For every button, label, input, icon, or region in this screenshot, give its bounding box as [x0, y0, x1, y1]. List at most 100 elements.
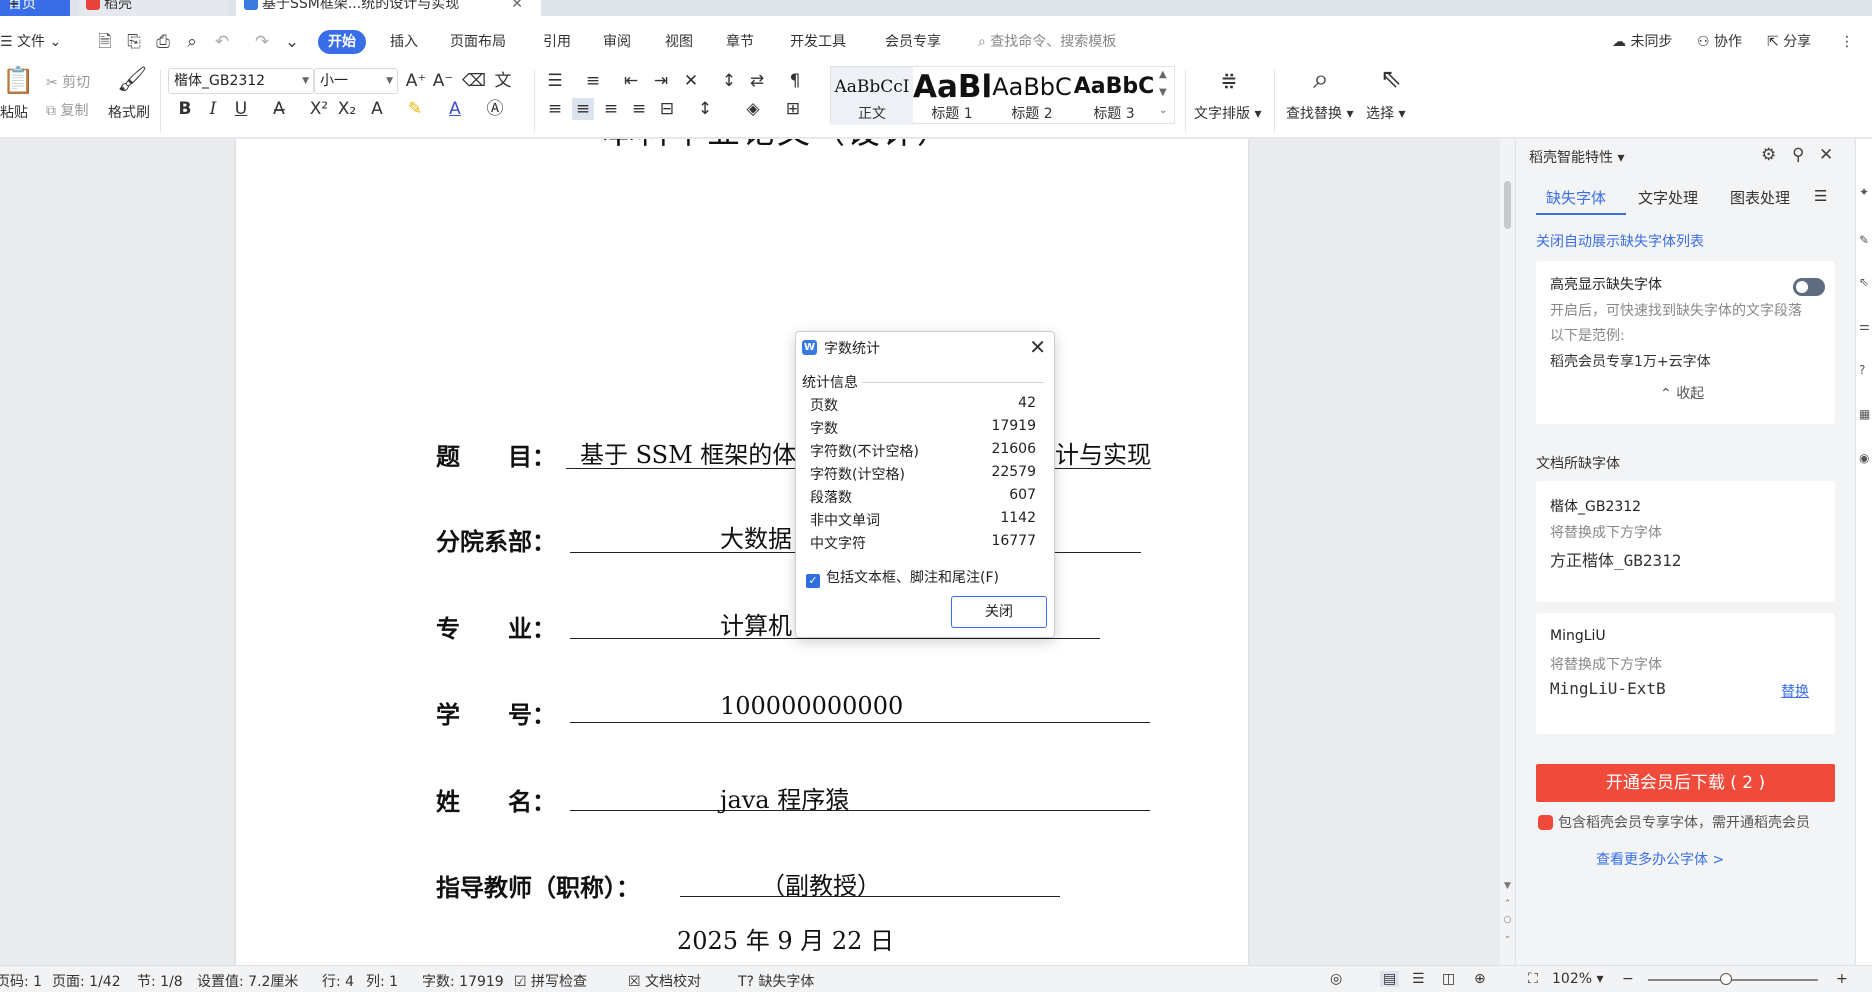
more-icon[interactable]: ⋮	[1840, 30, 1854, 54]
paste-icon[interactable]: 📋	[2, 68, 34, 100]
style-icon[interactable]: ✦	[1859, 185, 1872, 199]
undo-icon[interactable]: ↶	[212, 32, 232, 52]
copy-button[interactable]: ⧉ 复制	[46, 100, 88, 120]
font-name-select[interactable]: 楷体_GB2312 ▼	[168, 68, 314, 94]
export-icon[interactable]: ⎘	[124, 32, 144, 52]
shrink-font-icon[interactable]: A⁻	[432, 70, 454, 92]
justify-icon[interactable]: ≡	[628, 98, 650, 120]
missing-font-status[interactable]: T? 缺失字体	[738, 971, 814, 991]
borders-icon[interactable]: ⊞	[782, 98, 804, 120]
zoom-slider[interactable]	[1648, 979, 1818, 981]
status-section[interactable]: 节: 1/8	[137, 971, 183, 991]
sort-icon[interactable]: ⇄	[746, 70, 768, 92]
eye-protect-icon[interactable]: ◎	[1330, 971, 1342, 987]
font-color-icon[interactable]: A	[444, 98, 466, 120]
next-page-icon[interactable]: ⌄	[1502, 931, 1513, 941]
menu-developer[interactable]: 开发工具	[790, 30, 846, 54]
pin-icon[interactable]: ⚲	[1792, 145, 1804, 165]
zoom-in-icon[interactable]: +	[1836, 971, 1848, 987]
menu-start[interactable]: 开始	[318, 30, 366, 54]
distribute-icon[interactable]: ⊟	[656, 98, 678, 120]
tab-text-processing[interactable]: 文字处理	[1638, 187, 1698, 208]
adjust-icon[interactable]: ⚌	[1859, 319, 1872, 333]
find-replace-button[interactable]: 查找替换 ▾	[1286, 103, 1353, 123]
char-border-icon[interactable]: Ⓐ	[484, 98, 506, 120]
text-direction-icon[interactable]: ↕	[718, 70, 740, 92]
preview-icon[interactable]: ⌕	[182, 32, 202, 52]
decrease-indent-icon[interactable]: ⇤	[620, 70, 642, 92]
highlight-toggle[interactable]	[1793, 278, 1825, 296]
style-scroll-up-icon[interactable]: ▲	[1159, 69, 1167, 80]
text-layout-icon[interactable]: ⩷	[1214, 66, 1244, 98]
subscript-icon[interactable]: X₂	[336, 98, 358, 120]
print-icon[interactable]: ⎙	[153, 32, 173, 52]
numbered-list-icon[interactable]: ≡	[582, 70, 604, 92]
menu-layout[interactable]: 页面布局	[450, 30, 506, 54]
tab-missing-fonts[interactable]: 缺失字体	[1546, 187, 1606, 208]
collapse-button[interactable]: ⌃ 收起	[1660, 383, 1704, 403]
grow-font-icon[interactable]: A⁺	[405, 70, 427, 92]
zoom-out-icon[interactable]: −	[1622, 971, 1634, 987]
new-tab-icon[interactable]: +	[0, 0, 20, 16]
phonetic-icon[interactable]: 文	[492, 70, 514, 92]
file-menu[interactable]: ☰ 文件 ⌄	[0, 30, 61, 54]
download-fonts-button[interactable]: 开通会员后下载 ( 2 )	[1536, 764, 1835, 802]
outline-view-icon[interactable]: ☰	[1412, 971, 1425, 987]
text-effect-icon[interactable]: A	[366, 98, 388, 120]
scrollbar-thumb[interactable]	[1504, 181, 1511, 229]
style-heading-2[interactable]: AaBbC 标题 2	[991, 67, 1073, 125]
menu-chapter[interactable]: 章节	[726, 30, 754, 54]
status-words[interactable]: 字数: 17919	[422, 971, 504, 991]
document-page[interactable]: 本科毕业论文（设计） 题 目： 基于 SSM 框架的体 计与实现 分院系部： 大…	[236, 139, 1248, 965]
zoom-select[interactable]: 102% ▾	[1552, 971, 1604, 987]
style-normal[interactable]: AaBbCcI 正文	[831, 67, 913, 125]
select-button[interactable]: 选择 ▾	[1366, 103, 1405, 123]
select-browse-icon[interactable]: ○	[1502, 915, 1513, 925]
style-expand-icon[interactable]: ⌄	[1159, 105, 1167, 116]
fit-page-icon[interactable]: ⛶	[1528, 971, 1538, 987]
text-layout-button[interactable]: 文字排版 ▾	[1194, 103, 1261, 123]
chinese-layout-icon[interactable]: ✕	[680, 70, 702, 92]
tab-chart-processing[interactable]: 图表处理	[1730, 187, 1790, 208]
menu-member[interactable]: 会员专享	[885, 30, 941, 54]
shading-icon[interactable]: ◈	[742, 98, 764, 120]
chart-icon[interactable]: ▦	[1859, 407, 1872, 421]
scroll-down-icon[interactable]: ▼	[1502, 881, 1513, 891]
paste-button[interactable]: 粘贴	[0, 102, 28, 122]
clear-format-icon[interactable]: ⌫	[462, 70, 486, 92]
command-search[interactable]: ⌕ 查找命令、搜索模板	[978, 30, 1116, 54]
underline-icon[interactable]: U	[230, 98, 252, 120]
format-painter-icon[interactable]: 🖌	[117, 67, 147, 98]
panel-title[interactable]: 稻壳智能特性 ▾	[1529, 147, 1624, 167]
status-setting[interactable]: 设置值: 7.2厘米	[197, 971, 298, 991]
increase-indent-icon[interactable]: ⇥	[650, 70, 672, 92]
align-center-icon[interactable]: ≡	[572, 98, 594, 120]
settings-icon[interactable]: ⚙	[1761, 145, 1776, 165]
dialog-header[interactable]: W 字数统计 ✕	[796, 332, 1054, 362]
cursor-icon[interactable]: ⇖	[1859, 275, 1872, 289]
close-tab-icon[interactable]: ✕	[511, 0, 523, 16]
spell-check-button[interactable]: ☑ 拼写检查	[514, 971, 587, 991]
read-view-icon[interactable]: ◫	[1442, 971, 1455, 987]
superscript-icon[interactable]: X²	[308, 98, 330, 120]
status-row[interactable]: 行: 4	[322, 971, 354, 991]
bullet-list-icon[interactable]: ☰	[544, 70, 566, 92]
more-fonts-link[interactable]: 查看更多办公字体 >	[1596, 849, 1724, 869]
align-left-icon[interactable]: ≡	[544, 98, 566, 120]
format-painter-button[interactable]: 格式刷	[108, 102, 150, 122]
line-spacing-icon[interactable]: ↕	[694, 98, 716, 120]
close-auto-show-link[interactable]: 关闭自动展示缺失字体列表	[1536, 231, 1704, 251]
status-page-no[interactable]: 页码: 1	[0, 971, 42, 991]
collab-button[interactable]: ⚇ 协作	[1697, 30, 1742, 54]
prev-page-icon[interactable]: ⌃	[1502, 899, 1513, 909]
menu-review[interactable]: 审阅	[603, 30, 631, 54]
zoom-slider-handle[interactable]	[1720, 973, 1733, 985]
vertical-scrollbar[interactable]: ▼ ⌃ ○ ⌄	[1500, 139, 1515, 965]
select-cursor-icon[interactable]: ⇖	[1376, 66, 1406, 98]
style-scroll-down-icon[interactable]: ▼	[1159, 87, 1167, 98]
cut-button[interactable]: ✂ 剪切	[46, 72, 90, 92]
status-page[interactable]: 页面: 1/42	[52, 971, 121, 991]
replace-link[interactable]: 替换	[1781, 681, 1809, 701]
include-notes-checkbox[interactable]: ✓ 包括文本框、脚注和尾注(F)	[806, 567, 999, 588]
menu-icon[interactable]: ☰	[1814, 187, 1827, 205]
